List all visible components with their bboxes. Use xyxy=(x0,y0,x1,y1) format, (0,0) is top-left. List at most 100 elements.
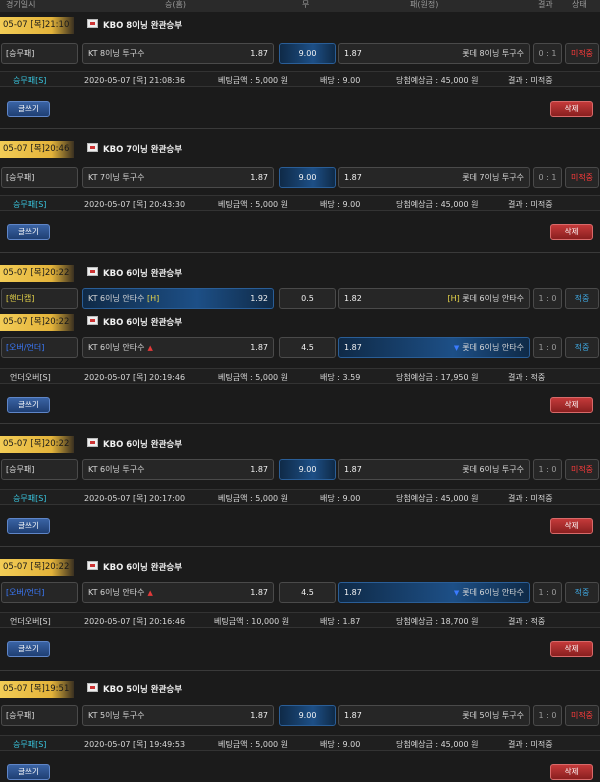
draw-pick[interactable]: 9.00 xyxy=(279,167,336,188)
status-badge: 적중 xyxy=(565,582,599,603)
home-team: KT 6이닝 투구수 xyxy=(88,465,145,474)
bet-label: 베팅금액 : xyxy=(218,494,256,503)
away-team: 롯데 6이닝 투구수 xyxy=(462,465,524,474)
game-title: KBO 6이닝 완관승부 xyxy=(103,563,183,573)
home-pick[interactable]: KT 8이닝 투구수 1.87 xyxy=(82,43,274,64)
draw-pick[interactable]: 9.00 xyxy=(279,43,336,64)
game-date: 05-07 [목]20:22 xyxy=(0,436,74,453)
info-time: 2020-05-07 [목] 20:16:46 xyxy=(84,617,186,626)
odds-label: 배당 : xyxy=(320,617,343,626)
away-odds: 1.87 xyxy=(344,465,362,474)
status-badge: 미적중 xyxy=(565,43,599,64)
bet-row: [승무패] KT 8이닝 투구수 1.87 9.00 1.87 롯데 8이닝 투구수… xyxy=(0,43,600,64)
home-pick[interactable]: KT 7이닝 투구수 1.87 xyxy=(82,167,274,188)
bet-slip: 05-07 [목]20:22 KBO 6이닝 완관승부 [오버/언더] KT 6… xyxy=(0,559,600,671)
expected-label: 당첨예상금 : xyxy=(396,200,441,209)
under-pick[interactable]: 1.87 ▼ 롯데 6이닝 안타수 xyxy=(338,582,530,603)
game-title: KBO 6이닝 완관승부 xyxy=(103,269,183,279)
away-pick[interactable]: 1.87 롯데 5이닝 투구수 xyxy=(338,705,530,726)
write-button[interactable]: 글쓰기 xyxy=(7,224,50,240)
game-title: KBO 6이닝 완관승부 xyxy=(103,440,183,450)
write-button[interactable]: 글쓰기 xyxy=(7,101,50,117)
over-pick[interactable]: KT 6이닝 안타수 ▲ 1.87 xyxy=(82,582,274,603)
result-label: 결과 : xyxy=(508,740,531,749)
expected-label: 당첨예상금 : xyxy=(396,373,441,382)
away-pick[interactable]: 1.82 [H] 롯데 6이닝 안타수 xyxy=(338,288,530,309)
away-pick[interactable]: 1.87 롯데 7이닝 투구수 xyxy=(338,167,530,188)
score: 0 : 1 xyxy=(533,167,562,188)
write-button[interactable]: 글쓰기 xyxy=(7,518,50,534)
header-lose: 패(원정) xyxy=(410,0,439,9)
draw-pick[interactable]: 9.00 xyxy=(279,705,336,726)
divider xyxy=(0,128,600,129)
under-odds: 1.87 xyxy=(344,588,362,597)
header-date: 경기일시 xyxy=(6,0,36,9)
write-button[interactable]: 글쓰기 xyxy=(7,764,50,780)
divider xyxy=(0,252,600,253)
delete-button[interactable]: 삭제 xyxy=(550,397,593,413)
delete-button[interactable]: 삭제 xyxy=(550,518,593,534)
expected-amount: 18,700 원 xyxy=(440,617,479,626)
bet-amount: 5,000 원 xyxy=(255,373,289,382)
bet-row: [핸디캡] KT 6이닝 안타수 [H] 1.92 0.5 1.82 [H] 롯데 … xyxy=(0,288,600,309)
status-badge: 미적중 xyxy=(565,705,599,726)
game-date: 05-07 [목]20:22 xyxy=(0,265,74,282)
status-badge: 미적중 xyxy=(565,167,599,188)
league-flag-icon xyxy=(87,267,98,276)
delete-button[interactable]: 삭제 xyxy=(550,101,593,117)
home-pick[interactable]: KT 6이닝 안타수 [H] 1.92 xyxy=(82,288,274,309)
write-button[interactable]: 글쓰기 xyxy=(7,641,50,657)
bet-type: [승무패] xyxy=(1,43,78,64)
bet-info: 승무패[S] 2020-05-07 [목] 21:08:36 베팅금액 : 5,… xyxy=(0,71,600,87)
bet-amount: 5,000 원 xyxy=(255,200,289,209)
away-pick[interactable]: 1.87 롯데 8이닝 투구수 xyxy=(338,43,530,64)
bet-slip: 05-07 [목]19:51 KBO 5이닝 완관승부 [승무패] KT 5이닝… xyxy=(0,681,600,782)
game-date: 05-07 [목]19:51 xyxy=(0,681,74,698)
write-button[interactable]: 글쓰기 xyxy=(7,397,50,413)
header-result: 결과 xyxy=(538,0,553,9)
expected-amount: 45,000 원 xyxy=(440,494,479,503)
away-pick[interactable]: 1.87 롯데 6이닝 투구수 xyxy=(338,459,530,480)
bet-type: [핸디캡] xyxy=(1,288,78,309)
league-flag-icon xyxy=(87,683,98,692)
odds-label: 배당 : xyxy=(320,76,343,85)
home-pick[interactable]: KT 5이닝 투구수 1.87 xyxy=(82,705,274,726)
league-flag-icon xyxy=(87,561,98,570)
league-flag-icon xyxy=(87,438,98,447)
bet-amount: 5,000 원 xyxy=(255,494,289,503)
league-flag-icon xyxy=(87,19,98,28)
info-type: 승무패[S] xyxy=(13,200,47,209)
over-pick[interactable]: KT 6이닝 안타수 ▲ 1.87 xyxy=(82,337,274,358)
odds-label: 배당 : xyxy=(320,494,343,503)
home-pick[interactable]: KT 6이닝 투구수 1.87 xyxy=(82,459,274,480)
expected-label: 당첨예상금 : xyxy=(396,76,441,85)
delete-button[interactable]: 삭제 xyxy=(550,764,593,780)
arrow-down-icon: ▼ xyxy=(453,344,460,352)
bet-amount: 10,000 원 xyxy=(251,617,290,626)
header-status: 상태 xyxy=(572,0,587,9)
expected-label: 당첨예상금 : xyxy=(396,494,441,503)
expected-amount: 45,000 원 xyxy=(440,200,479,209)
expected-amount: 45,000 원 xyxy=(440,740,479,749)
bet-type: [오버/언더] xyxy=(1,337,78,358)
bet-slip: 05-07 [목]20:22 KBO 6이닝 완관승부 [승무패] KT 6이닝… xyxy=(0,436,600,548)
bet-row: [승무패] KT 7이닝 투구수 1.87 9.00 1.87 롯데 7이닝 투구수… xyxy=(0,167,600,188)
bet-label: 베팅금액 : xyxy=(218,76,256,85)
result-value: 미적중 xyxy=(530,494,553,503)
bet-type: [승무패] xyxy=(1,705,78,726)
bet-label: 베팅금액 : xyxy=(218,373,256,382)
draw-pick[interactable]: 9.00 xyxy=(279,459,336,480)
away-team: 롯데 8이닝 투구수 xyxy=(462,49,524,58)
delete-button[interactable]: 삭제 xyxy=(550,224,593,240)
score: 1 : 0 xyxy=(533,459,562,480)
expected-label: 당첨예상금 : xyxy=(396,740,441,749)
bet-info: 언더오버[S] 2020-05-07 [목] 20:19:46 베팅금액 : 5… xyxy=(0,368,600,384)
delete-button[interactable]: 삭제 xyxy=(550,641,593,657)
bet-row: [승무패] KT 5이닝 투구수 1.87 9.00 1.87 롯데 5이닝 투구수… xyxy=(0,705,600,726)
home-odds: 1.87 xyxy=(250,465,268,474)
result-value: 미적중 xyxy=(530,76,553,85)
under-pick[interactable]: 1.87 ▼ 롯데 6이닝 안타수 xyxy=(338,337,530,358)
arrow-up-icon: ▲ xyxy=(147,589,153,597)
status-badge: 적중 xyxy=(565,288,599,309)
away-odds: 1.87 xyxy=(344,49,362,58)
